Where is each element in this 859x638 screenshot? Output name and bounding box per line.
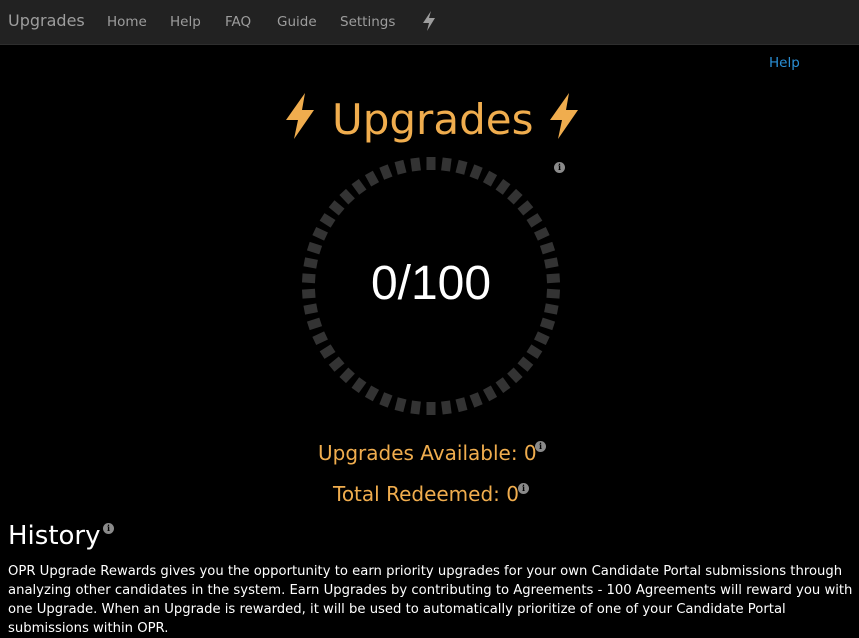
lightning-bolt-icon: [286, 93, 314, 139]
progress-segment: [507, 367, 523, 384]
nav-item-settings[interactable]: Settings: [340, 14, 395, 30]
progress-counter: 0/100: [370, 257, 492, 310]
progress-segment: [455, 397, 468, 413]
progress-segment: [534, 227, 550, 241]
progress-segment: [455, 159, 468, 175]
progress-segment: [526, 213, 543, 228]
progress-segment: [312, 227, 328, 241]
navbar-brand[interactable]: Upgrades: [8, 11, 85, 30]
progress-segment: [379, 392, 393, 408]
page-title-text: Upgrades: [332, 95, 534, 144]
progress-segment: [495, 377, 511, 394]
total-redeemed: Total Redeemed: 0: [333, 482, 519, 506]
progress-segment: [351, 377, 367, 394]
progress-segment: [328, 200, 345, 216]
progress-segment: [319, 344, 336, 359]
upgrades-available: Upgrades Available: 0: [318, 441, 537, 465]
progress-segment: [539, 317, 556, 331]
lightning-bolt-icon[interactable]: [420, 10, 438, 32]
help-link[interactable]: Help: [769, 55, 800, 71]
progress-segment: [394, 159, 407, 175]
info-icon[interactable]: i: [535, 441, 546, 452]
progress-segment: [469, 164, 483, 180]
progress-segment: [495, 178, 511, 195]
progress-segment: [517, 200, 534, 216]
progress-segment: [441, 157, 452, 172]
progress-segment: [312, 331, 328, 345]
info-icon[interactable]: i: [103, 523, 114, 534]
progress-segment: [482, 385, 498, 402]
nav-item-faq[interactable]: FAQ: [225, 14, 251, 30]
progress-segment: [469, 392, 483, 408]
history-description: OPR Upgrade Rewards gives you the opport…: [8, 564, 853, 636]
progress-segment: [351, 178, 367, 195]
progress-segment: [482, 170, 498, 187]
progress-segment: [328, 356, 345, 372]
progress-segment: [441, 400, 452, 415]
progress-segment: [410, 157, 421, 172]
progress-segment: [364, 170, 380, 187]
progress-segment: [379, 164, 393, 180]
progress-segment: [539, 241, 556, 255]
progress-segment: [394, 397, 407, 413]
navbar: Upgrades Home Help FAQ Guide Settings: [0, 0, 859, 45]
progress-segment: [526, 344, 543, 359]
nav-item-help[interactable]: Help: [170, 14, 201, 30]
info-icon[interactable]: i: [518, 483, 529, 494]
progress-segment: [410, 400, 421, 415]
lightning-bolt-icon: [550, 93, 578, 139]
progress-segment: [507, 188, 523, 205]
progress-segment: [339, 188, 355, 205]
progress-segment: [339, 367, 355, 384]
progress-segment: [534, 331, 550, 345]
progress-segment: [364, 385, 380, 402]
page-title: Upgrades: [0, 88, 859, 152]
nav-item-home[interactable]: Home: [107, 14, 147, 30]
progress-segment: [306, 241, 323, 255]
nav-item-guide[interactable]: Guide: [277, 14, 317, 30]
progress-segment: [517, 356, 534, 372]
progress-segment: [319, 213, 336, 228]
history-title: History: [8, 521, 101, 551]
progress-segment: [306, 317, 323, 331]
